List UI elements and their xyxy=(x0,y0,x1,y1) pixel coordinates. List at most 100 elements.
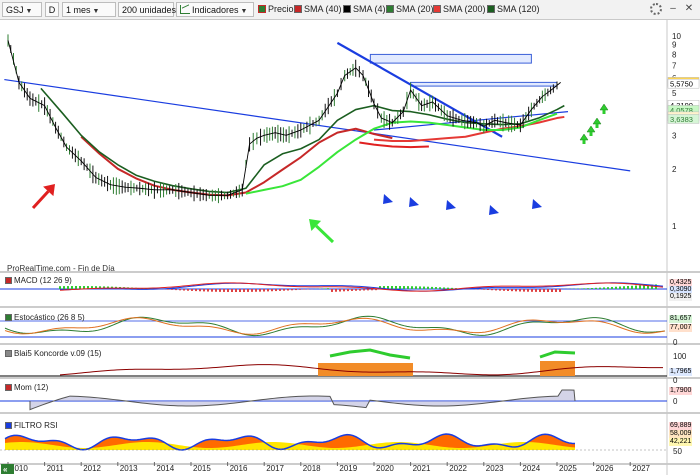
price-chart[interactable]: 109876543215,705,57504,31904,05783,75323… xyxy=(0,20,700,475)
x-year-label: 2022 xyxy=(449,464,467,473)
price-tag-label: 3,6383 xyxy=(670,115,693,124)
stoch-label: Estocástico (26 8 5) xyxy=(14,313,85,322)
legend-sma4[interactable]: SMA (4) xyxy=(343,2,386,17)
rsi-panel-label: FILTRO RSI xyxy=(5,421,57,431)
legend-sma120-label: SMA (120) xyxy=(497,4,540,14)
macd-signal-line xyxy=(59,282,664,292)
green-up-arrow-icon xyxy=(599,103,609,111)
close-icon[interactable]: ✕ xyxy=(684,4,694,14)
price-tag-label: 5,5750 xyxy=(670,80,693,89)
indicators-label: Indicadores xyxy=(192,5,239,15)
x-year-label: 2011 xyxy=(47,464,65,473)
macd-panel-label: MACD (12 26 9) xyxy=(5,276,72,286)
x-year-label: 2014 xyxy=(156,464,174,473)
stoch-tag-2: 77,007 xyxy=(669,324,693,332)
blue-marker-icon xyxy=(532,199,542,209)
x-year-label: 2024 xyxy=(522,464,540,473)
daily-button[interactable]: D xyxy=(45,2,59,17)
x-year-label: 2025 xyxy=(559,464,577,473)
lower-red-line xyxy=(359,141,429,149)
price-axis-label: 8 xyxy=(672,50,677,59)
mom-tag-1: 1,7900 xyxy=(669,387,693,395)
sma40-swatch-icon xyxy=(294,5,302,13)
price-axis-label: 10 xyxy=(672,32,681,41)
minimize-icon[interactable]: – xyxy=(668,4,678,14)
mom-panel-label: Mom (12) xyxy=(5,383,48,393)
legend-sma40[interactable]: SMA (40) xyxy=(294,2,342,17)
blue-marker-icon xyxy=(383,194,393,204)
toolbar: GSJ▼ D 1 mes▼ 200 unidades▼ Indicadores▼… xyxy=(0,0,700,20)
scroll-left-icon: « xyxy=(3,465,8,474)
daily-label: D xyxy=(48,5,56,15)
chevron-down-icon: ▼ xyxy=(25,8,33,15)
units-label: 200 unidades xyxy=(122,5,177,15)
blai5-axis-0: 0 xyxy=(673,376,678,385)
green-up-arrow-stem xyxy=(589,132,593,136)
blue-marker-icon xyxy=(409,197,419,207)
rsi-swatch-icon xyxy=(5,422,12,429)
rsi-label: FILTRO RSI xyxy=(14,421,58,430)
x-year-label: 2020 xyxy=(376,464,394,473)
symbol-selector[interactable]: GSJ ▼ xyxy=(2,2,42,17)
x-year-label: 2013 xyxy=(120,464,138,473)
indicators-button[interactable]: Indicadores ▼ xyxy=(176,2,254,17)
blue-marker-icon xyxy=(446,200,456,210)
settings-icon[interactable] xyxy=(650,3,662,15)
legend-sma200[interactable]: SMA (200) xyxy=(433,2,486,17)
sma200-swatch-icon xyxy=(433,5,441,13)
x-year-label: 2016 xyxy=(230,464,248,473)
price-axis-label: 3 xyxy=(672,131,677,140)
macd-line xyxy=(59,282,664,292)
period-label: 1 mes xyxy=(66,5,91,15)
indicators-icon xyxy=(180,4,190,14)
blai5-panel-label: Blai5 Koncorde v.09 (15) xyxy=(5,349,101,359)
blai5-orange-block xyxy=(318,363,413,376)
price-axis-label: 5 xyxy=(672,89,677,98)
chevron-down-icon: ▼ xyxy=(240,8,248,15)
stoch-panel-label: Estocástico (26 8 5) xyxy=(5,313,85,323)
legend-sma20[interactable]: SMA (20) xyxy=(386,2,434,17)
rsi-yellow-area xyxy=(5,442,575,450)
x-year-label: 2021 xyxy=(413,464,431,473)
price-axis-label: 9 xyxy=(672,41,677,50)
stoch-swatch-icon xyxy=(5,314,12,321)
macd-swatch-icon xyxy=(5,277,12,284)
target-box xyxy=(410,81,558,87)
stoch-k-line xyxy=(4,315,666,337)
x-year-label: 2012 xyxy=(83,464,101,473)
sma120-swatch-icon xyxy=(487,5,495,13)
sma20-swatch-icon xyxy=(386,5,394,13)
green-up-arrow-icon xyxy=(592,117,602,125)
mom-axis-0: 0 xyxy=(673,397,678,406)
rsi-tag-2: 58,009 xyxy=(669,430,693,438)
mom-swatch-icon xyxy=(5,384,12,391)
macd-tag-3: 0,1925 xyxy=(669,293,693,301)
chevron-down-icon: ▼ xyxy=(92,8,100,15)
legend-price[interactable]: Precio xyxy=(258,2,294,17)
rsi-tag-1: 69,889 xyxy=(669,422,693,430)
source-label: ProRealTime.com - Fin de Día xyxy=(7,264,115,273)
rsi-axis-50: 50 xyxy=(673,447,682,456)
macd-label: MACD (12 26 9) xyxy=(14,276,72,285)
x-year-label: 2017 xyxy=(266,464,284,473)
mom-area xyxy=(29,389,576,411)
green-up-arrow-stem xyxy=(602,110,606,114)
legend-sma20-label: SMA (20) xyxy=(396,4,434,14)
stoch-d-line xyxy=(4,317,666,335)
sma4-swatch-icon xyxy=(343,5,351,13)
legend-sma40-label: SMA (40) xyxy=(304,4,342,14)
rsi-tag-3: 42,221 xyxy=(669,438,693,446)
price-axis-label: 7 xyxy=(672,61,677,70)
price-axis-label: 2 xyxy=(672,165,677,174)
green-arrow-icon xyxy=(315,224,335,244)
mom-label: Mom (12) xyxy=(14,383,49,392)
units-selector[interactable]: 200 unidades▼ xyxy=(118,2,185,17)
blai5-label: Blai5 Koncorde v.09 (15) xyxy=(14,349,102,358)
blue-marker-icon xyxy=(489,205,499,215)
green-up-arrow-stem xyxy=(582,140,586,144)
period-selector[interactable]: 1 mes ▼ xyxy=(62,2,116,17)
x-year-label: 2015 xyxy=(193,464,211,473)
legend-price-label: Precio xyxy=(268,4,294,14)
green-up-arrow-icon xyxy=(586,125,596,133)
legend-sma120[interactable]: SMA (120) xyxy=(487,2,540,17)
